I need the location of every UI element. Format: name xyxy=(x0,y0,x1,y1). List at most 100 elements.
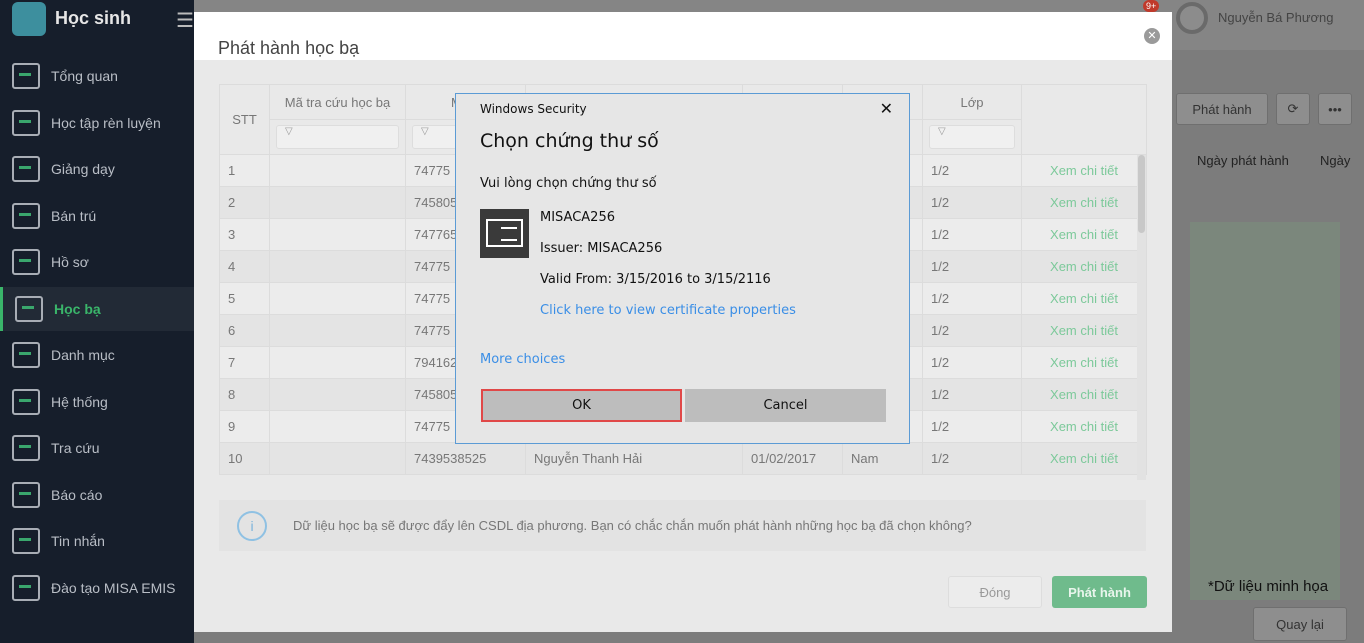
sidebar: Học sinh ☰ Tổng quan Học tập rèn luyện Giả… xyxy=(0,0,194,643)
filter-input[interactable]: ▽ xyxy=(929,125,1015,149)
close-icon[interactable]: ✕ xyxy=(1144,28,1160,44)
cell-lookup xyxy=(269,282,406,315)
view-detail-link[interactable]: Xem chi tiết xyxy=(1021,410,1147,443)
table-scrollbar[interactable] xyxy=(1137,155,1146,480)
menu-icon[interactable]: ☰ xyxy=(176,8,194,33)
cell-stt: 3 xyxy=(219,218,270,251)
cell-stt: 6 xyxy=(219,314,270,347)
user-name[interactable]: Nguyễn Bá Phương xyxy=(1218,10,1334,25)
cell-gender: Nam xyxy=(842,442,923,475)
nav-icon xyxy=(12,574,40,601)
sidebar-item-0[interactable]: Tổng quan xyxy=(0,54,194,98)
sidebar-item-6[interactable]: Danh mục xyxy=(0,333,194,377)
sidebar-item-7[interactable]: Hệ thống xyxy=(0,380,194,424)
cell-name: Nguyễn Thanh Hải xyxy=(525,442,743,475)
dialog-caption: Windows Security xyxy=(480,102,587,116)
view-detail-link[interactable]: Xem chi tiết xyxy=(1021,186,1147,219)
sidebar-item-5[interactable]: Học bạ xyxy=(0,286,194,331)
sidebar-item-label: Bán trú xyxy=(51,207,97,224)
dialog-title: Chọn chứng thư số xyxy=(480,130,659,152)
sidebar-item-label: Học bạ xyxy=(54,300,101,317)
filter-input[interactable]: ▽ xyxy=(276,125,399,149)
sidebar-item-3[interactable]: Bán trú xyxy=(0,194,194,238)
nav-icon xyxy=(12,481,40,508)
sidebar-item-label: Giảng dạy xyxy=(51,161,115,177)
cell-dob: 01/02/2017 xyxy=(742,442,843,475)
info-text: Dữ liệu học bạ sẽ được đẩy lên CSDL địa … xyxy=(293,518,972,533)
publish-button[interactable]: Phát hành xyxy=(1052,576,1147,608)
back-button[interactable]: Quay lại xyxy=(1253,607,1347,641)
col-stt: STT xyxy=(219,84,270,155)
bg-table-area xyxy=(1190,222,1340,600)
sidebar-item-1[interactable]: Học tập rèn luyện xyxy=(0,101,194,145)
close-button[interactable]: Đóng xyxy=(948,576,1042,608)
cell-stt: 2 xyxy=(219,186,270,219)
sidebar-item-8[interactable]: Tra cứu xyxy=(0,426,194,470)
illustration-note: *Dữ liệu minh họa xyxy=(1208,578,1329,595)
view-detail-link[interactable]: Xem chi tiết xyxy=(1021,218,1147,251)
bg-publish-button[interactable]: Phát hành xyxy=(1176,93,1268,125)
view-properties-link[interactable]: Click here to view certificate propertie… xyxy=(540,303,796,318)
sidebar-item-label: Hồ sơ xyxy=(51,254,89,270)
view-detail-link[interactable]: Xem chi tiết xyxy=(1021,314,1147,347)
more-icon[interactable]: ••• xyxy=(1318,93,1352,125)
cell-lookup xyxy=(269,250,406,283)
info-box: i Dữ liệu học bạ sẽ được đẩy lên CSDL đị… xyxy=(219,500,1146,551)
nav-icon xyxy=(12,342,40,368)
sidebar-item-label: Danh mục xyxy=(51,347,115,363)
cell-class: 1/2 xyxy=(922,186,1022,219)
cell-lookup xyxy=(269,378,406,411)
cert-name: MISACA256 xyxy=(540,210,615,225)
cell-class: 1/2 xyxy=(922,442,1022,475)
cell-stt: 9 xyxy=(219,410,270,443)
col-action xyxy=(1021,84,1147,155)
cell-lookup xyxy=(269,218,406,251)
sidebar-item-9[interactable]: Báo cáo xyxy=(0,473,194,517)
sidebar-item-label: Hệ thống xyxy=(51,393,108,410)
cert-issuer: Issuer: MISACA256 xyxy=(540,241,663,256)
nav-icon xyxy=(12,249,40,275)
avatar[interactable] xyxy=(1176,2,1208,34)
sidebar-item-label: Tổng quan xyxy=(51,68,118,84)
cell-lookup xyxy=(269,314,406,347)
sidebar-item-label: Học tập rèn luyện xyxy=(51,114,161,131)
modal-title: Phát hành học bạ xyxy=(218,38,360,58)
sidebar-item-label: Báo cáo xyxy=(51,486,103,503)
cell-stt: 5 xyxy=(219,282,270,315)
cell-lookup xyxy=(269,346,406,379)
view-detail-link[interactable]: Xem chi tiết xyxy=(1021,154,1147,187)
cell-stt: 4 xyxy=(219,250,270,283)
cell-stt: 10 xyxy=(219,442,270,475)
cancel-button[interactable]: Cancel xyxy=(685,389,886,422)
more-choices-link[interactable]: More choices xyxy=(480,352,565,367)
table-row: 10 7439538525 Nguyễn Thanh Hải 01/02/2017 Na… xyxy=(219,442,1147,475)
sidebar-item-label: Tra cứu xyxy=(51,440,100,456)
nav-icon xyxy=(12,388,40,415)
ok-button[interactable]: OK xyxy=(481,389,682,422)
cell-class: 1/2 xyxy=(922,218,1022,251)
cell-class: 1/2 xyxy=(922,378,1022,411)
view-detail-link[interactable]: Xem chi tiết xyxy=(1021,442,1147,475)
app-logo-icon xyxy=(12,2,46,36)
cell-class: 1/2 xyxy=(922,282,1022,315)
sidebar-item-11[interactable]: Đào tạo MISA EMIS xyxy=(0,566,194,610)
dialog-close-icon[interactable]: ✕ xyxy=(880,99,893,118)
view-detail-link[interactable]: Xem chi tiết xyxy=(1021,346,1147,379)
dialog-subtitle: Vui lòng chọn chứng thư số xyxy=(480,176,657,191)
view-detail-link[interactable]: Xem chi tiết xyxy=(1021,250,1147,283)
refresh-icon[interactable]: ⟳ xyxy=(1276,93,1310,125)
sidebar-item-10[interactable]: Tin nhắn xyxy=(0,519,194,563)
view-detail-link[interactable]: Xem chi tiết xyxy=(1021,378,1147,411)
sidebar-item-2[interactable]: Giảng dạy xyxy=(0,147,194,191)
cell-class: 1/2 xyxy=(922,314,1022,347)
cell-lookup xyxy=(269,154,406,187)
cell-stt: 8 xyxy=(219,378,270,411)
view-detail-link[interactable]: Xem chi tiết xyxy=(1021,282,1147,315)
cell-code: 7439538525 xyxy=(405,442,526,475)
col-next: Ngày xyxy=(1320,153,1351,168)
nav-icon xyxy=(12,435,40,461)
nav-icon xyxy=(12,202,40,229)
cell-class: 1/2 xyxy=(922,250,1022,283)
sidebar-item-4[interactable]: Hồ sơ xyxy=(0,240,194,284)
cert-valid: Valid From: 3/15/2016 to 3/15/2116 xyxy=(540,272,771,287)
